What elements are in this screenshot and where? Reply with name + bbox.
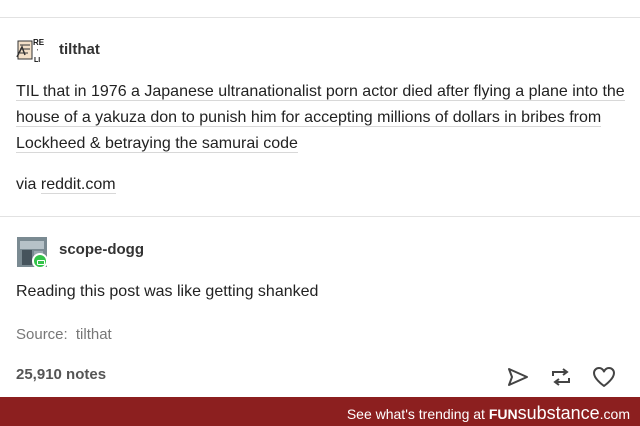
reblog-button[interactable] (549, 366, 573, 393)
footer-brand-fun: FUN (488, 406, 518, 422)
post-text: TIL that in 1976 a Japanese ultranationa… (16, 83, 625, 153)
notes-count[interactable]: 25,910 notes (16, 366, 106, 383)
like-button[interactable] (592, 366, 616, 393)
footer-banner[interactable]: See what's trending at FUNsubstance.com (0, 397, 640, 426)
reply-username[interactable]: scope-dogg (59, 241, 144, 258)
post-username[interactable]: tilthat (59, 41, 100, 58)
post-body: TIL that in 1976 a Japanese ultranationa… (16, 79, 626, 157)
online-badge-icon (32, 253, 48, 269)
heart-icon (593, 367, 615, 387)
reply-text: Reading this post was like getting shank… (16, 283, 319, 300)
source-line: Source: tilthat (16, 326, 112, 343)
via-link[interactable]: reddit.com (40, 176, 116, 194)
svg-text:': ' (37, 49, 38, 56)
via-prefix: via (16, 176, 37, 193)
tilthat-logo-icon: RE ' LI (16, 38, 45, 64)
share-button[interactable] (506, 366, 530, 393)
reblog-icon (552, 368, 570, 386)
source-label: Source: (16, 326, 68, 343)
footer-text: See what's trending at FUNsubstance.com (347, 403, 630, 424)
footer-brand-tld: .com (599, 406, 630, 422)
post-divider (0, 216, 640, 217)
via-line: via reddit.com (16, 176, 116, 194)
share-icon (508, 368, 528, 386)
svg-text:LI: LI (34, 57, 40, 64)
top-divider (0, 17, 640, 18)
source-link[interactable]: tilthat (76, 326, 112, 343)
tilthat-avatar[interactable]: RE ' LI (16, 35, 46, 65)
svg-text:RE: RE (33, 38, 45, 47)
footer-prefix: See what's trending at (346, 406, 485, 422)
footer-brand-substance: substance (517, 403, 600, 423)
